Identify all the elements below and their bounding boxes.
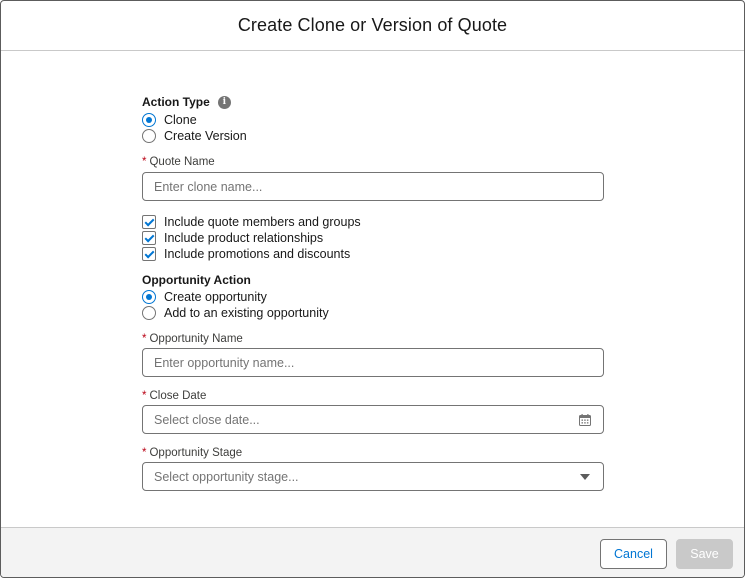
checkbox-include-members[interactable]: Include quote members and groups [142, 215, 361, 229]
action-type-label: Action Type i [142, 95, 231, 109]
opportunity-name-input[interactable]: Enter opportunity name... [142, 348, 604, 377]
radio-clone[interactable]: Clone [142, 113, 197, 127]
info-icon[interactable]: i [217, 95, 231, 109]
required-marker: * [142, 156, 147, 168]
radio-clone-label: Clone [164, 113, 197, 127]
opportunity-name-label: * Opportunity Name [142, 333, 243, 345]
opportunity-name-label-text: Opportunity Name [149, 333, 243, 345]
radio-button-icon[interactable] [142, 113, 156, 127]
chevron-down-icon[interactable] [578, 470, 592, 484]
modal-footer: Cancel Save [1, 527, 744, 577]
checkbox-icon[interactable] [142, 215, 156, 229]
cancel-button[interactable]: Cancel [600, 539, 667, 569]
opportunity-name-placeholder: Enter opportunity name... [154, 355, 295, 370]
checkbox-icon[interactable] [142, 231, 156, 245]
checkbox-icon[interactable] [142, 247, 156, 261]
opportunity-action-label-text: Opportunity Action [142, 273, 251, 287]
required-marker: * [142, 447, 147, 459]
radio-button-icon[interactable] [142, 129, 156, 143]
opportunity-stage-label-text: Opportunity Stage [149, 447, 243, 459]
checkbox-include-members-label: Include quote members and groups [164, 215, 361, 229]
quote-name-label-text: Quote Name [149, 156, 215, 168]
modal-header: Create Clone or Version of Quote [1, 1, 744, 51]
checkbox-include-promotions[interactable]: Include promotions and discounts [142, 247, 350, 261]
quote-name-label: * Quote Name [142, 156, 215, 168]
quote-name-input[interactable]: Enter clone name... [142, 172, 604, 201]
close-date-placeholder: Select close date... [154, 412, 260, 427]
radio-create-version-label: Create Version [164, 129, 247, 143]
checkbox-include-product-relationships-label: Include product relationships [164, 231, 324, 245]
calendar-icon[interactable] [578, 413, 592, 427]
close-date-label-text: Close Date [149, 390, 207, 402]
save-button[interactable]: Save [676, 539, 733, 569]
checkbox-include-promotions-label: Include promotions and discounts [164, 247, 351, 261]
modal-title: Create Clone or Version of Quote [237, 15, 508, 35]
action-type-label-text: Action Type [142, 95, 210, 109]
opportunity-stage-label: * Opportunity Stage [142, 447, 242, 459]
radio-add-existing-opportunity-label: Add to an existing opportunity [164, 306, 329, 320]
modal-body: Action Type i Clone Create Version * Quot… [1, 51, 744, 528]
opportunity-stage-select[interactable]: Select opportunity stage... [142, 462, 604, 491]
radio-create-opportunity[interactable]: Create opportunity [142, 290, 267, 304]
opportunity-action-label: Opportunity Action [142, 273, 251, 287]
checkbox-include-product-relationships[interactable]: Include product relationships [142, 231, 323, 245]
radio-create-opportunity-label: Create opportunity [164, 290, 267, 304]
clone-quote-modal: Create Clone or Version of Quote Action … [0, 0, 745, 578]
required-marker: * [142, 390, 147, 402]
required-marker: * [142, 333, 147, 345]
close-date-label: * Close Date [142, 390, 206, 402]
opportunity-stage-placeholder: Select opportunity stage... [154, 469, 299, 484]
radio-button-icon[interactable] [142, 290, 156, 304]
radio-button-icon[interactable] [142, 306, 156, 320]
quote-name-placeholder: Enter clone name... [154, 179, 263, 194]
radio-create-version[interactable]: Create Version [142, 129, 247, 143]
close-date-input[interactable]: Select close date... [142, 405, 604, 434]
radio-add-existing-opportunity[interactable]: Add to an existing opportunity [142, 306, 329, 320]
